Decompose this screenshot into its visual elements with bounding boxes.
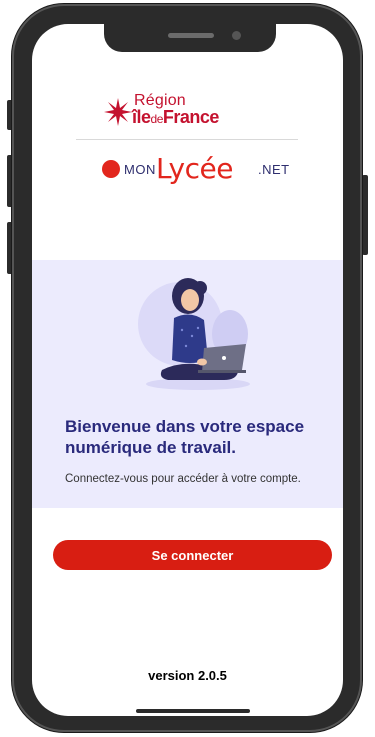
front-camera [232, 31, 241, 40]
star-icon [104, 98, 132, 126]
welcome-title: Bienvenue dans votre espace numérique de… [65, 417, 305, 457]
welcome-subtitle: Connectez-vous pour accéder à votre comp… [65, 473, 301, 485]
logo-divider [76, 139, 298, 140]
notch [104, 24, 276, 52]
logo-france-text: France [162, 107, 220, 127]
power-button [362, 175, 368, 255]
speaker-grille [168, 33, 214, 38]
student-laptop-illustration [138, 278, 250, 390]
mon-lycee-logo: MON Lycée .NET [102, 152, 292, 186]
home-indicator[interactable] [136, 709, 250, 713]
logo-de-text: de [150, 112, 164, 126]
logo-lycee-text: Lycée [156, 152, 233, 185]
lycee-badge-icon [102, 160, 120, 178]
app-screen: Région îledeFrance MON Lycée .NET Bienve… [32, 24, 343, 716]
logo-mon-text: MON [124, 162, 156, 177]
app-version: version 2.0.5 [148, 668, 227, 683]
welcome-panel: Bienvenue dans votre espace numérique de… [32, 260, 343, 508]
connect-button[interactable]: Se connecter [53, 540, 332, 570]
logo-ile-text: île [132, 107, 151, 127]
logo-net-text: .NET [258, 162, 290, 177]
logo-ile-de-france-text: îledeFrance [132, 107, 219, 128]
region-ile-de-france-logo: Région îledeFrance [104, 92, 244, 128]
